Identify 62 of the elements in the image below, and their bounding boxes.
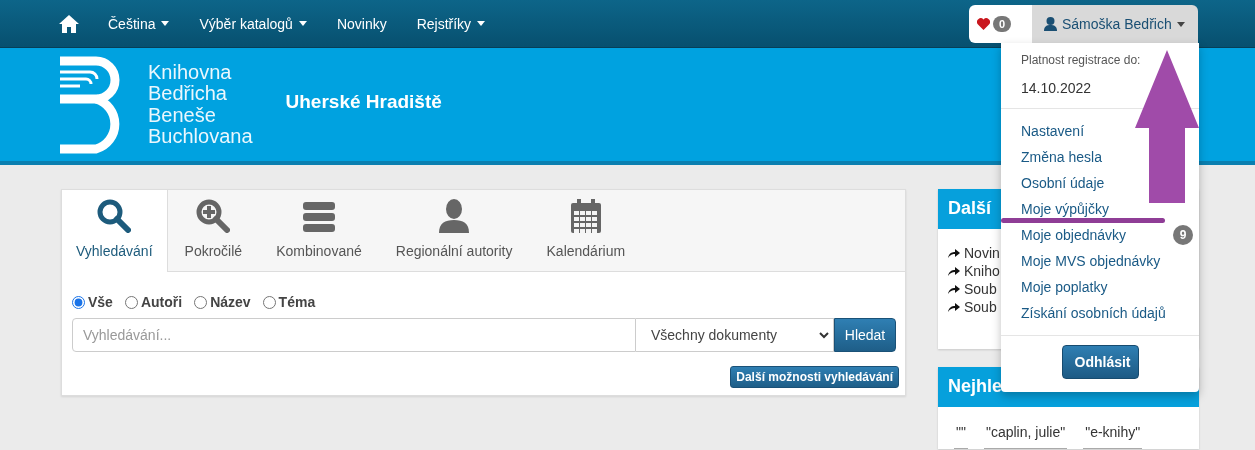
caret-icon bbox=[161, 21, 170, 26]
document-type-select[interactable]: Všechny dokumenty bbox=[636, 318, 834, 352]
logo-text: Buchlovana bbox=[148, 126, 253, 148]
user-menu-item[interactable]: Získání osobních údajů bbox=[1001, 300, 1166, 326]
caret-icon bbox=[298, 21, 307, 26]
radio-button[interactable] bbox=[124, 295, 138, 309]
radio-button[interactable] bbox=[262, 295, 276, 309]
radio-button[interactable] bbox=[194, 295, 208, 309]
logo-text: Knihovna bbox=[148, 61, 233, 83]
search-tab[interactable]: Pokročilé bbox=[167, 190, 260, 271]
search-tag[interactable]: "caplin, julie" bbox=[983, 424, 1068, 449]
user-menu-item[interactable]: Nastavení bbox=[1001, 118, 1085, 144]
caret-icon bbox=[1176, 21, 1185, 27]
search-button[interactable]: Hledat bbox=[834, 318, 896, 352]
calendar-icon bbox=[570, 197, 601, 233]
registration-date: 14.10.2022 bbox=[1020, 79, 1093, 98]
nav-menu-item[interactable]: Výběr katalogů bbox=[184, 0, 322, 48]
nav-menu-item[interactable]: Čeština bbox=[93, 0, 185, 48]
sidebar-link[interactable]: Soub bbox=[948, 299, 997, 315]
library-branch-name: Uherské Hradiště bbox=[285, 90, 442, 113]
search-tab[interactable]: Kombinované bbox=[259, 190, 379, 271]
share-arrow-icon bbox=[948, 266, 960, 276]
home-icon[interactable] bbox=[59, 14, 79, 33]
sidebar-link[interactable]: Soub bbox=[948, 281, 997, 297]
search-tab[interactable]: Kalendárium bbox=[529, 190, 643, 271]
radio-label: Vše bbox=[88, 294, 113, 310]
sidebar-link[interactable]: Novin bbox=[948, 245, 1000, 261]
logout-button[interactable]: Odhlásit bbox=[1061, 345, 1139, 379]
chevron-down-icon bbox=[819, 331, 829, 339]
user-icon bbox=[1044, 17, 1057, 31]
search-tag[interactable]: "" bbox=[954, 424, 968, 449]
count-badge: 9 bbox=[1173, 225, 1193, 245]
person-icon bbox=[439, 197, 470, 233]
share-arrow-icon bbox=[948, 284, 960, 294]
nav-menu-item[interactable]: Novinky bbox=[321, 0, 402, 48]
radio-button[interactable] bbox=[72, 295, 85, 309]
search-tab[interactable]: Vyhledávání bbox=[62, 190, 168, 272]
zoom-in-icon bbox=[196, 197, 231, 233]
user-menu-item[interactable]: Moje výpůjčky bbox=[1001, 196, 1109, 222]
count-badge: 0 bbox=[993, 16, 1012, 32]
logo-text: Bedřicha bbox=[148, 83, 228, 105]
radio-label: Autoři bbox=[140, 294, 183, 310]
search-field[interactable]: Vyhledávání... bbox=[72, 318, 636, 352]
logo-text: Beneše bbox=[148, 104, 217, 126]
share-arrow-icon bbox=[948, 302, 960, 312]
user-menu-item[interactable]: Změna hesla bbox=[1001, 144, 1102, 170]
search-icon bbox=[97, 197, 132, 233]
caret-icon bbox=[477, 21, 486, 26]
registration-label: Platnost registrace do: bbox=[1020, 52, 1142, 67]
user-menu-item[interactable]: Moje poplatky bbox=[1001, 274, 1108, 300]
sidebar-link[interactable]: Kniho bbox=[948, 263, 1000, 279]
user-menu-item[interactable]: Moje MVS objednávky bbox=[1001, 248, 1161, 274]
search-tag[interactable]: "e-knihy" bbox=[1083, 424, 1143, 449]
radio-label: Název bbox=[210, 294, 251, 310]
user-menu-button[interactable]: Sámoška Bedřich bbox=[1032, 5, 1198, 43]
share-arrow-icon bbox=[948, 248, 960, 258]
search-tab[interactable]: Regionální autority bbox=[378, 190, 530, 271]
more-options-button[interactable]: Další možnosti vyhledávání bbox=[730, 366, 899, 388]
favorites-button[interactable]: 0 bbox=[969, 5, 1032, 43]
nav-menu-item[interactable]: Rejstříky bbox=[401, 0, 501, 48]
radio-label: Téma bbox=[278, 294, 316, 310]
heart-icon bbox=[977, 18, 990, 30]
